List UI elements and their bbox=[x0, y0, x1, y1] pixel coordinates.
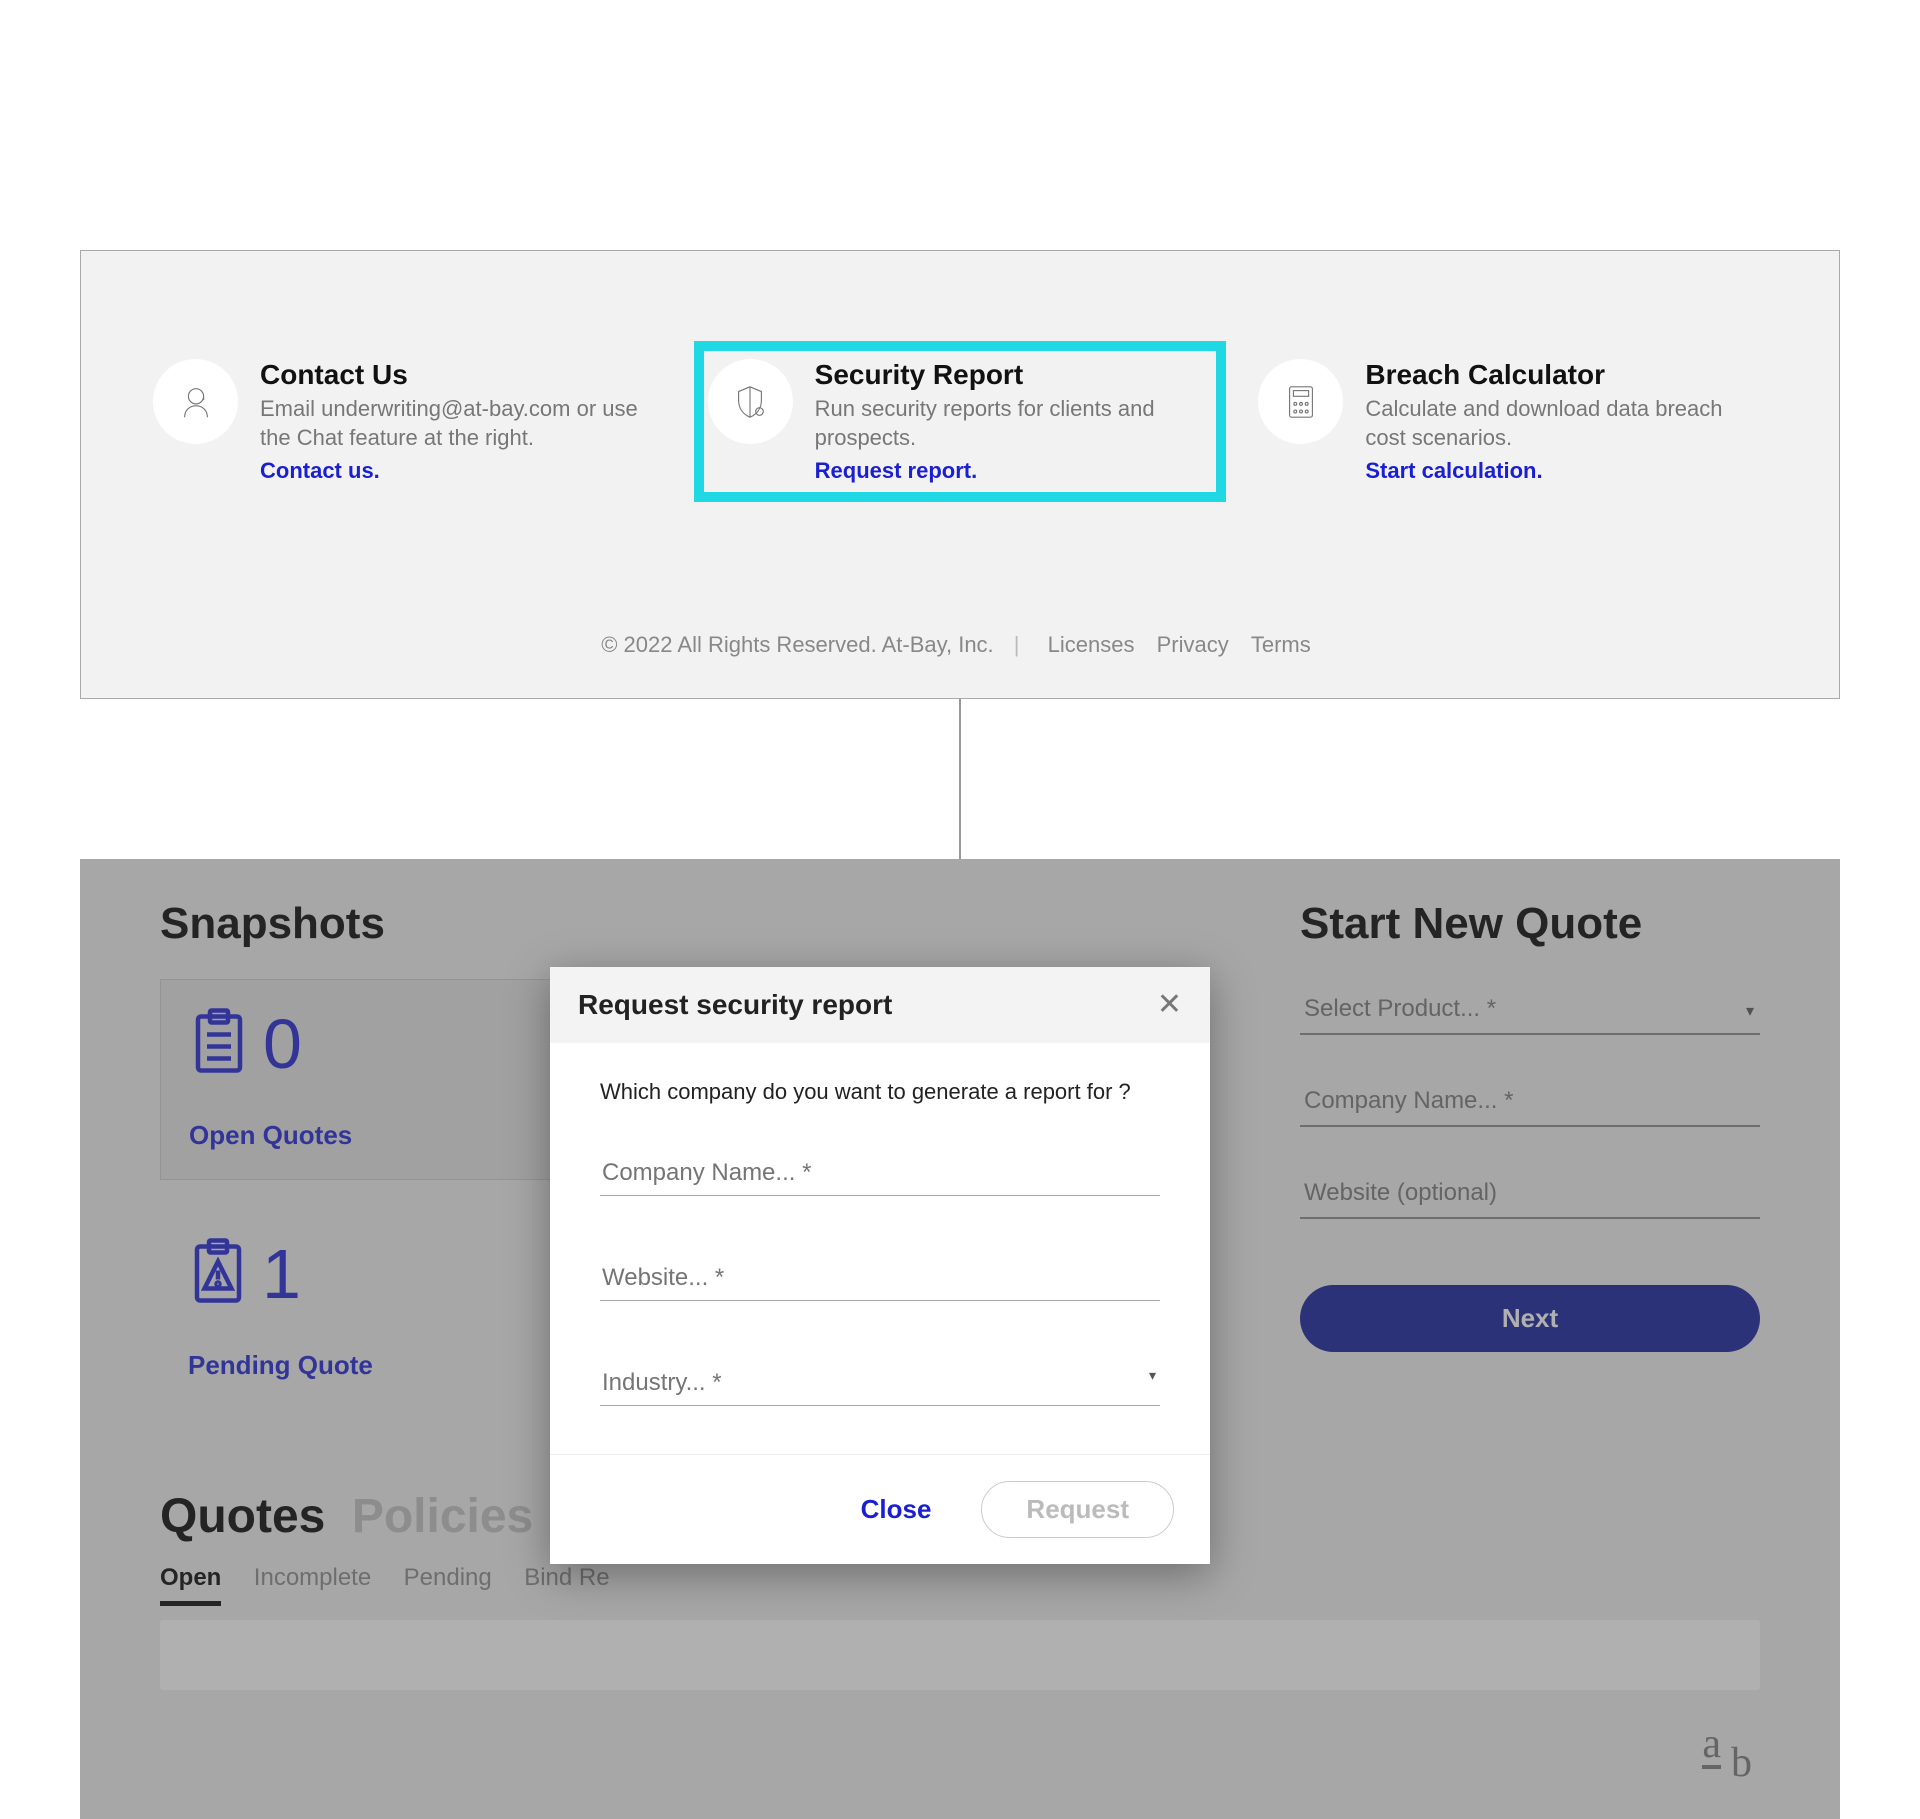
modal-website-field[interactable] bbox=[600, 1254, 1160, 1301]
calculator-icon bbox=[1258, 359, 1343, 444]
modal-industry-field[interactable] bbox=[600, 1359, 1160, 1406]
dashboard-panel: Snapshots 0 Open Quotes bbox=[80, 859, 1840, 1819]
terms-link[interactable]: Terms bbox=[1251, 632, 1311, 657]
contact-us-link[interactable]: Contact us. bbox=[260, 458, 380, 484]
request-button[interactable]: Request bbox=[981, 1481, 1174, 1538]
security-title: Security Report bbox=[815, 359, 1213, 391]
modal-question: Which company do you want to generate a … bbox=[600, 1079, 1160, 1105]
contact-title: Contact Us bbox=[260, 359, 660, 391]
breach-desc: Calculate and download data breach cost … bbox=[1365, 395, 1765, 452]
close-icon[interactable]: ✕ bbox=[1157, 990, 1182, 1020]
close-button[interactable]: Close bbox=[861, 1494, 932, 1525]
contact-desc: Email underwriting@at-bay.com or use the… bbox=[260, 395, 660, 452]
security-desc: Run security reports for clients and pro… bbox=[815, 395, 1213, 452]
breach-title: Breach Calculator bbox=[1365, 359, 1765, 391]
security-report-card: Security Report Run security reports for… bbox=[694, 341, 1227, 502]
chevron-down-icon: ▾ bbox=[1149, 1367, 1156, 1384]
breach-calculator-card: Breach Calculator Calculate and download… bbox=[1246, 341, 1779, 502]
modal-title: Request security report bbox=[578, 989, 892, 1021]
footer: © 2022 All Rights Reserved. At-Bay, Inc.… bbox=[141, 632, 1779, 658]
modal-company-name-field[interactable] bbox=[600, 1149, 1160, 1196]
headset-icon bbox=[153, 359, 238, 444]
start-calculation-link[interactable]: Start calculation. bbox=[1365, 458, 1542, 484]
request-report-link[interactable]: Request report. bbox=[815, 458, 978, 484]
request-security-report-modal: Request security report ✕ Which company … bbox=[550, 967, 1210, 1564]
copyright-text: © 2022 All Rights Reserved. At-Bay, Inc. bbox=[601, 632, 993, 657]
flow-connector-line bbox=[959, 699, 961, 859]
help-cards-panel: Contact Us Email underwriting@at-bay.com… bbox=[80, 250, 1840, 699]
privacy-link[interactable]: Privacy bbox=[1157, 632, 1229, 657]
licenses-link[interactable]: Licenses bbox=[1048, 632, 1135, 657]
shield-icon bbox=[708, 359, 793, 444]
contact-us-card: Contact Us Email underwriting@at-bay.com… bbox=[141, 341, 674, 502]
